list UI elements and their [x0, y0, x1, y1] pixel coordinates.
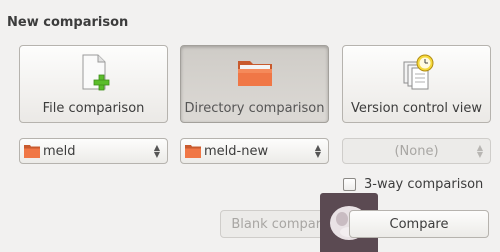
section-heading: New comparison — [7, 15, 129, 30]
version-control-view-label: Version control view — [350, 101, 483, 116]
second-path-combo[interactable]: meld-new ▲ ▼ — [180, 138, 329, 164]
folder-icon — [24, 145, 40, 158]
file-comparison-button[interactable]: File comparison — [19, 45, 168, 123]
file-add-icon — [82, 54, 109, 91]
file-comparison-label: File comparison — [42, 101, 145, 116]
version-control-view-button[interactable]: Version control view — [342, 45, 491, 123]
first-path-value: meld — [43, 143, 76, 159]
folder-icon — [185, 145, 201, 158]
combo-arrows-icon: ▲ ▼ — [153, 143, 160, 159]
version-control-icon — [403, 54, 433, 90]
third-path-combo[interactable]: (None) ▲ ▼ — [342, 138, 491, 164]
combo-arrows-icon: ▲ ▼ — [314, 143, 321, 159]
three-way-label[interactable]: 3-way comparison — [364, 177, 483, 192]
compare-button[interactable]: Compare — [349, 210, 489, 238]
three-way-checkbox[interactable] — [343, 178, 356, 191]
combo-arrows-icon: ▲ ▼ — [476, 143, 483, 159]
second-path-value: meld-new — [204, 143, 269, 159]
directory-comparison-label: Directory comparison — [184, 101, 325, 116]
directory-comparison-button[interactable]: Directory comparison — [180, 45, 329, 123]
three-way-comparison-option[interactable]: 3-way comparison — [343, 177, 483, 192]
third-path-value: (None) — [394, 143, 439, 159]
first-path-combo[interactable]: meld ▲ ▼ — [19, 138, 168, 164]
folder-icon — [237, 61, 272, 86]
